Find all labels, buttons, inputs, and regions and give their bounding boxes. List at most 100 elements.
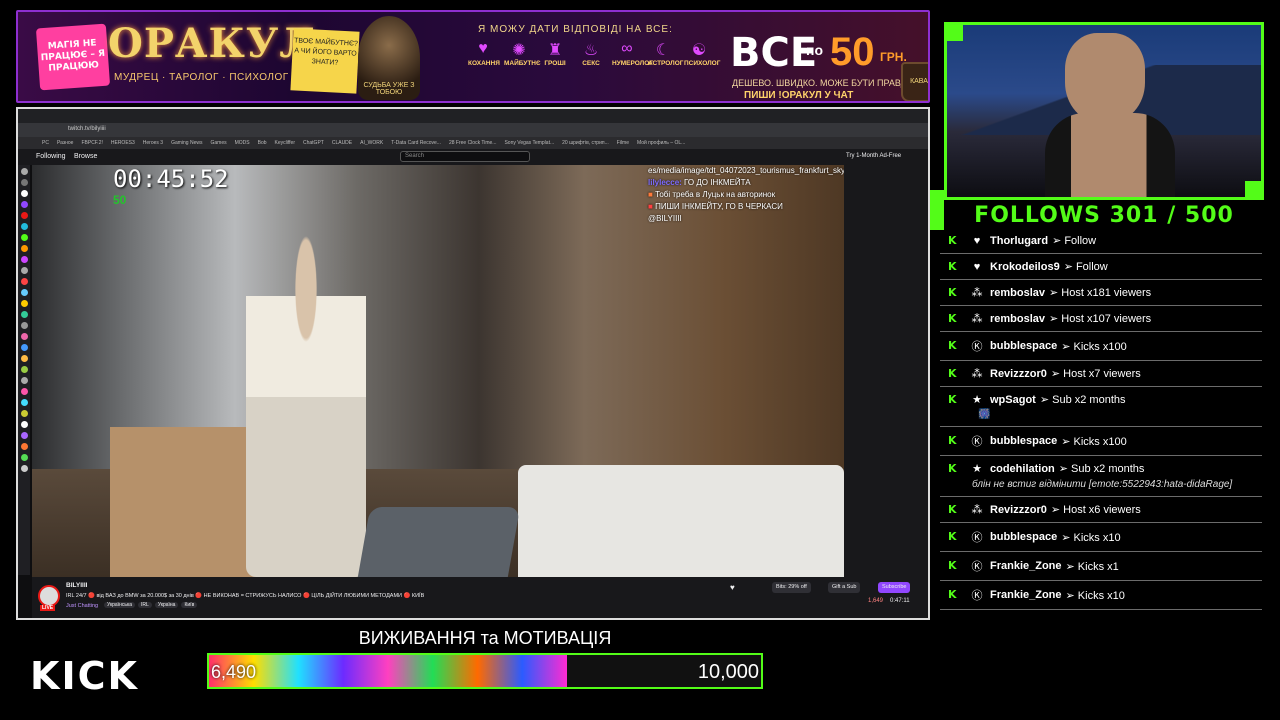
kick-k-icon: K — [948, 233, 957, 247]
stream-title: IRL 24/7 🔴 від ВАЗ до BMW за 20.000$ за … — [66, 593, 425, 599]
nav-following[interactable]: Following — [36, 153, 66, 160]
followed-channel-avatar[interactable] — [20, 223, 28, 230]
followed-channel-avatar[interactable] — [20, 410, 28, 417]
followed-channel-avatar[interactable] — [20, 179, 28, 186]
followed-channel-avatar[interactable] — [20, 355, 28, 362]
followed-channel-avatar[interactable] — [20, 311, 28, 318]
category-icon: ✺ — [512, 42, 526, 59]
bookmark-item[interactable]: Разное — [57, 140, 74, 146]
stream-tag[interactable]: IRL — [138, 602, 152, 608]
followed-channel-avatar[interactable] — [20, 322, 28, 329]
followed-channel-avatar[interactable] — [20, 201, 28, 208]
bookmark-item[interactable]: T-Data Card Recove... — [391, 140, 441, 146]
followed-channel-avatar[interactable] — [20, 377, 28, 384]
heart-icon[interactable]: ♥ — [730, 583, 735, 592]
event-row: K Ⓚ Frankie_Zone ➢ Kicks x1 — [940, 552, 1262, 581]
banner-question-note: ТВОЄ МАЙБУТНЄ? А ЧИ ЙОГО ВАРТО ЗНАТИ? — [290, 28, 360, 94]
bookmark-item[interactable]: ChatGPT — [303, 140, 324, 146]
followed-channel-avatar[interactable] — [20, 366, 28, 373]
goal-progress-bar: 6,490 10,000 — [207, 653, 763, 689]
banner-category: ♨ СЕКС — [576, 40, 606, 67]
sub-event-icon: ★ — [972, 394, 982, 406]
bookmark-item[interactable]: Keycliffer — [275, 140, 295, 146]
event-username: wpSagot — [990, 393, 1036, 406]
followed-channel-avatar[interactable] — [20, 278, 28, 285]
followed-channel-avatar[interactable] — [20, 421, 28, 428]
followed-channel-avatar[interactable] — [20, 432, 28, 439]
bookmark-item[interactable]: HEROES3 — [111, 140, 135, 146]
bookmark-item[interactable]: PC — [42, 140, 49, 146]
followed-channel-avatar[interactable] — [20, 267, 28, 274]
banner-categories: ♥ КОХАННЯ ✺ МАЙБУТНЄ ♜ ГРОШІ ♨ СЕКС ∞ НУМЕРОЛОГ ☾ А… — [468, 40, 720, 67]
price-cta: ПИШИ !ОРАКУЛ У ЧАТ — [744, 90, 854, 101]
category-label: КОХАННЯ — [468, 60, 500, 67]
bookmark-item[interactable]: AI_WORK — [360, 140, 383, 146]
event-action: ➢ Kicks x100 — [1061, 435, 1127, 448]
bookmark-item[interactable]: Bob — [258, 140, 267, 146]
followed-channel-avatar[interactable] — [20, 443, 28, 450]
event-row: K Ⓚbubblespace ➢ Kicks x100 — [940, 427, 1262, 456]
followed-channel-avatar[interactable] — [20, 333, 28, 340]
kick-k-icon: K — [948, 366, 957, 380]
bookmark-item[interactable]: FBPCF.2! — [81, 140, 102, 146]
bookmark-item[interactable]: MODS — [235, 140, 250, 146]
ad-free-button[interactable]: Try 1-Month Ad-Free — [846, 153, 901, 159]
chat-message: es/media/image/tdt_04072023_tourismus_fr… — [648, 166, 871, 175]
video-chair — [357, 507, 521, 577]
chat-badge-icon: ■ — [648, 202, 656, 211]
event-row: K Ⓚbubblespace ➢ Kicks x10 — [940, 523, 1262, 552]
bookmark-item[interactable]: Sony Vegas Templat... — [504, 140, 554, 146]
bookmark-item[interactable]: Filme — [617, 140, 629, 146]
stream-tag[interactable]: Українська — [104, 602, 136, 608]
followed-channel-avatar[interactable] — [20, 300, 28, 307]
stream-tag[interactable]: Київ — [181, 602, 198, 608]
twitch-search-input[interactable]: Search — [400, 151, 530, 162]
bookmark-item[interactable]: Heroes 3 — [143, 140, 163, 146]
stream-category[interactable]: Just Chatting — [66, 603, 98, 609]
bookmark-item[interactable]: 28 Free Clock Time... — [449, 140, 497, 146]
followed-channel-avatar[interactable] — [20, 212, 28, 219]
bits-button[interactable]: Bits: 29% off — [772, 582, 811, 593]
gift-sub-button[interactable]: Gift a Sub — [828, 582, 861, 593]
address-url[interactable]: twitch.tv/bilyiiii — [68, 126, 106, 132]
bookmark-item[interactable]: Мой профиль – OL... — [637, 140, 685, 146]
followed-channel-avatar[interactable] — [20, 289, 28, 296]
event-username: remboslav — [990, 286, 1046, 299]
followed-channel-avatar[interactable] — [20, 399, 28, 406]
browser-address-bar[interactable]: twitch.tv/bilyiiii — [18, 123, 928, 137]
followed-channel-avatar[interactable] — [20, 388, 28, 395]
bookmark-item[interactable]: Games — [210, 140, 226, 146]
nav-browse[interactable]: Browse — [74, 153, 97, 160]
followed-channel-avatar[interactable] — [20, 465, 28, 472]
subscribe-button[interactable]: Subscribe — [878, 582, 911, 593]
streamer-avatar[interactable] — [38, 585, 60, 607]
followed-channel-avatar[interactable] — [20, 168, 28, 175]
banner-category: ☯ ПСИХОЛОГ — [684, 40, 720, 67]
followed-channel-avatar[interactable] — [20, 190, 28, 197]
event-action: ➢ Sub x2 months — [1039, 394, 1126, 406]
event-action: ➢ Sub x2 months — [1058, 463, 1145, 475]
oracle-banner: МАГІЯ НЕ ПРАЦЮЄ – Я ПРАЦЮЮ ОРАКУЛ МУДРЕЦ… — [16, 10, 930, 103]
price-tagline: ДЕШЕВО. ШВИДКО. МОЖЕ БУТИ ПРАВДА. — [732, 78, 916, 88]
bookmark-item[interactable]: CLAUDE — [332, 140, 352, 146]
heart-event-icon: ♥ — [973, 260, 981, 273]
event-action: ➢ Host x181 viewers — [1049, 287, 1152, 299]
category-label: АСТРОЛОГ — [648, 60, 684, 67]
followed-channel-avatar[interactable] — [20, 245, 28, 252]
banner-sticky-note: МАГІЯ НЕ ПРАЦЮЄ – Я ПРАЦЮЮ — [35, 23, 111, 91]
kick-logo: KICK — [30, 654, 139, 698]
event-row: K ⁂ Revizzzor0 ➢ Host x7 viewers — [940, 361, 1262, 387]
followed-channel-avatar[interactable] — [20, 454, 28, 461]
event-username: Thorlugard — [990, 234, 1049, 247]
bookmark-item[interactable]: Gaming News — [171, 140, 202, 146]
kick-k-icon: K — [948, 259, 957, 273]
followed-channel-avatar[interactable] — [20, 256, 28, 263]
bookmark-item[interactable]: 20 шрифтів, стрип... — [562, 140, 609, 146]
stream-tag[interactable]: Україна — [154, 602, 179, 608]
event-row: K ⁂ Revizzzor0 ➢ Host x6 viewers — [940, 497, 1262, 523]
followed-channel-avatar[interactable] — [20, 234, 28, 241]
kick-k-icon: K — [948, 502, 957, 516]
streamer-name[interactable]: BILYIIII — [66, 582, 87, 589]
followed-channel-avatar[interactable] — [20, 344, 28, 351]
streamer-torso — [1045, 113, 1175, 197]
